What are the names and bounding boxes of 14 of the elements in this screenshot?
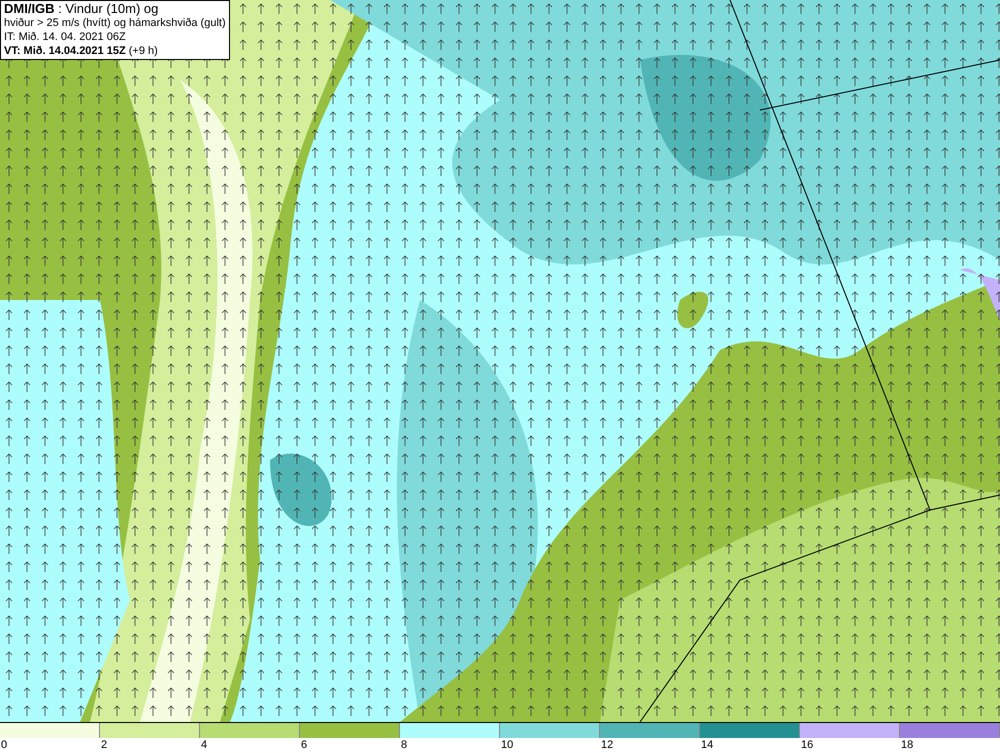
legend-label: 8 (401, 738, 408, 752)
info-text: IT: Mið. 14. 04. 2021 06Z (4, 30, 127, 44)
info-text: DMI/IGB : Vindur (10m) og (4, 2, 160, 16)
legend-label: 12 (601, 738, 614, 752)
legend-label: 18 (901, 738, 914, 752)
info-text: VT: Mið. 14.04.2021 15Z (+9 h) (4, 44, 159, 58)
legend-label: 2 (101, 738, 108, 752)
legend-label: 16 (801, 738, 814, 752)
legend-label: 6 (301, 738, 308, 752)
legend-label: 0 (1, 738, 8, 752)
legend-label: 14 (701, 738, 714, 752)
legend-label: 4 (201, 738, 208, 752)
info-text: hviður > 25 m/s (hvítt) og hámarkshviða (gult) (4, 16, 226, 30)
legend-label: 10 (501, 738, 514, 752)
